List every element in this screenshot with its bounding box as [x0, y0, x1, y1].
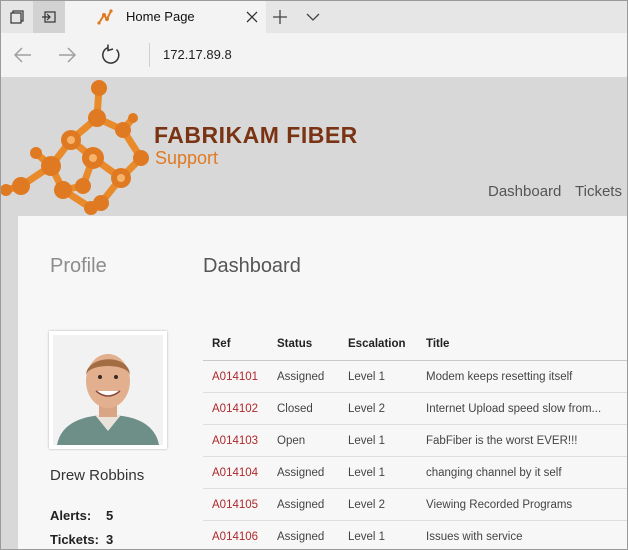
column-header-ref[interactable]: Ref	[203, 328, 268, 361]
nav-tickets-link[interactable]: Tickets	[575, 183, 622, 200]
ticket-ref-link[interactable]: A014101	[203, 360, 268, 393]
table-row[interactable]: A014101 Assigned Level 1 Modem keeps res…	[203, 360, 627, 393]
ticket-escalation: Level 1	[339, 456, 417, 489]
ticket-title: Viewing Recorded Programs	[417, 488, 627, 521]
nav-dashboard-link[interactable]: Dashboard	[488, 183, 561, 200]
tickets-table: Ref Status Escalation Title A014101 Assi…	[203, 328, 627, 549]
table-row[interactable]: A014106 Assigned Level 1 Issues with ser…	[203, 520, 627, 549]
ticket-escalation: Level 2	[339, 488, 417, 521]
ticket-title: Internet Upload speed slow from...	[417, 392, 627, 425]
tab-list-icon[interactable]	[1, 1, 33, 33]
alerts-stat: Alerts: 5	[50, 508, 113, 523]
ticket-escalation: Level 1	[339, 520, 417, 549]
table-header-row: Ref Status Escalation Title	[203, 328, 627, 361]
tickets-value: 3	[106, 532, 114, 547]
ticket-status: Assigned	[268, 360, 339, 393]
site-favicon-icon	[97, 9, 113, 25]
ticket-escalation: Level 1	[339, 424, 417, 457]
table-row[interactable]: A014104 Assigned Level 1 changing channe…	[203, 456, 627, 489]
profile-name: Drew Robbins	[50, 467, 145, 484]
brand-subtitle: Support	[155, 148, 219, 168]
ticket-escalation: Level 1	[339, 360, 417, 393]
alerts-label: Alerts:	[50, 508, 92, 523]
brand-title: FABRIKAM FIBER	[154, 122, 358, 148]
ticket-ref-link[interactable]: A014105	[203, 488, 268, 521]
table-row[interactable]: A014103 Open Level 1 FabFiber is the wor…	[203, 424, 627, 457]
alerts-value: 5	[106, 508, 114, 523]
tab-title: Home Page	[126, 9, 195, 24]
ticket-title: Modem keeps resetting itself	[417, 360, 627, 393]
tickets-stat: Tickets: 3	[50, 532, 113, 547]
address-separator	[149, 43, 150, 67]
column-header-escalation[interactable]: Escalation	[339, 328, 417, 361]
browser-window: Home Page 172.17.89.8 FABRIKAM FIBER Sup…	[0, 0, 628, 550]
content-panel: Profile Dashboard Drew Robbins Alerts: 5	[18, 216, 627, 549]
ticket-status: Assigned	[268, 488, 339, 521]
set-aside-tabs-icon[interactable]	[33, 1, 65, 33]
ticket-title: Issues with service	[417, 520, 627, 549]
ticket-ref-link[interactable]: A014103	[203, 424, 268, 457]
forward-arrow-icon[interactable]	[55, 43, 79, 67]
new-tab-icon[interactable]	[270, 7, 290, 27]
refresh-icon[interactable]	[99, 43, 123, 67]
back-arrow-icon[interactable]	[11, 43, 35, 67]
tab-bar: Home Page	[1, 1, 627, 33]
table-row[interactable]: A014105 Assigned Level 2 Viewing Recorde…	[203, 488, 627, 521]
profile-heading: Profile	[50, 255, 107, 277]
ticket-title: changing channel by it self	[417, 456, 627, 489]
ticket-ref-link[interactable]: A014104	[203, 456, 268, 489]
column-header-title[interactable]: Title	[417, 328, 627, 361]
ticket-status: Assigned	[268, 520, 339, 549]
ticket-status: Open	[268, 424, 339, 457]
ticket-status: Assigned	[268, 456, 339, 489]
close-tab-icon[interactable]	[244, 9, 260, 25]
ticket-ref-link[interactable]: A014106	[203, 520, 268, 549]
chevron-down-icon[interactable]	[303, 7, 323, 27]
web-page: FABRIKAM FIBER Support Dashboard Tickets…	[1, 78, 627, 549]
ticket-status: Closed	[268, 392, 339, 425]
url-field[interactable]: 172.17.89.8	[163, 47, 232, 62]
fabrikam-logo-icon	[1, 80, 149, 215]
column-header-status[interactable]: Status	[268, 328, 339, 361]
ticket-ref-link[interactable]: A014102	[203, 392, 268, 425]
tickets-label: Tickets:	[50, 532, 99, 547]
table-row[interactable]: A014102 Closed Level 2 Internet Upload s…	[203, 392, 627, 425]
ticket-escalation: Level 2	[339, 392, 417, 425]
avatar	[49, 331, 167, 449]
dashboard-heading: Dashboard	[203, 255, 301, 277]
address-bar: 172.17.89.8	[1, 33, 627, 78]
active-tab[interactable]: Home Page	[65, 1, 266, 33]
ticket-title: FabFiber is the worst EVER!!!	[417, 424, 627, 457]
